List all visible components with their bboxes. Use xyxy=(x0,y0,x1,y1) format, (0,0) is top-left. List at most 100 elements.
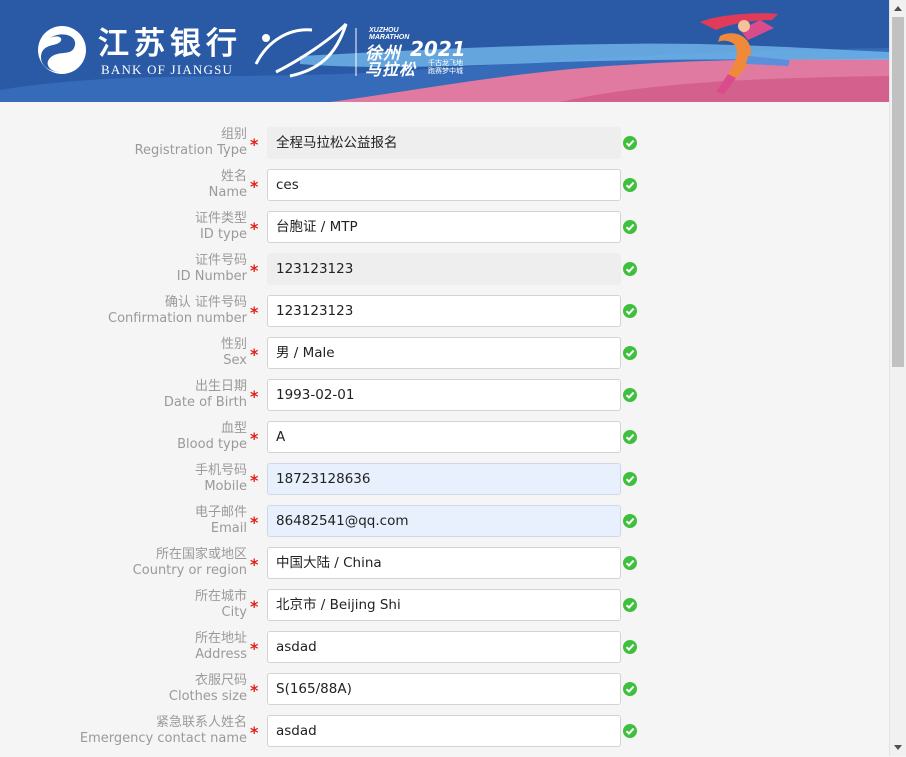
name-input[interactable]: ces xyxy=(267,169,621,201)
form-row-city: 所在城市 City * 北京市 / Beijing Shi xyxy=(0,589,889,631)
form-row-country: 所在国家或地区 Country or region * 中国大陆 / China xyxy=(0,547,889,589)
label-cn: 衣服尺码 xyxy=(194,673,247,688)
label-en: Mobile xyxy=(204,479,247,494)
address-input[interactable]: asdad xyxy=(267,631,621,663)
clothes-size-select[interactable]: S(165/88A) xyxy=(267,673,621,705)
form-row-confirmation-number: 确认 证件号码 Confirmation number * 123123123 xyxy=(0,295,889,337)
check-circle-icon xyxy=(623,136,637,150)
label-cn: 电子邮件 xyxy=(194,505,247,520)
label-cn: 证件号码 xyxy=(194,253,247,268)
form-row-clothes-size: 衣服尺码 Clothes size * S(165/88A) xyxy=(0,673,889,715)
required-mark: * xyxy=(250,135,259,154)
label-cn: 手机号码 xyxy=(194,463,247,478)
runner-emblem-icon xyxy=(254,22,348,78)
required-mark: * xyxy=(250,471,259,490)
form-row-mobile: 手机号码 Mobile * 18723128636 xyxy=(0,463,889,505)
marathon-year: 2021 xyxy=(410,37,466,61)
check-circle-icon xyxy=(623,178,637,192)
label-cn: 血型 xyxy=(220,421,247,436)
check-circle-icon xyxy=(623,430,637,444)
scroll-down-arrow-icon[interactable] xyxy=(894,745,902,750)
marathon-name-cn: 马拉松 xyxy=(365,60,417,79)
label-en: Blood type xyxy=(177,437,247,452)
check-circle-icon xyxy=(623,556,637,570)
form-row-id-number: 证件号码 ID Number * 123123123 xyxy=(0,253,889,295)
check-circle-icon xyxy=(623,598,637,612)
id-type-select[interactable]: 台胞证 / MTP xyxy=(267,211,621,243)
required-mark: * xyxy=(250,303,259,322)
required-mark: * xyxy=(250,681,259,700)
form-row-id-type: 证件类型 ID type * 台胞证 / MTP xyxy=(0,211,889,253)
check-circle-icon xyxy=(623,262,637,276)
form-row-emergency-contact-name: 紧急联系人姓名 Emergency contact name * asdad xyxy=(0,715,889,757)
required-mark: * xyxy=(250,387,259,406)
form-row-address: 所在地址 Address * asdad xyxy=(0,631,889,673)
label-cn: 所在国家或地区 xyxy=(155,547,247,562)
label-en: ID Number xyxy=(176,269,247,284)
check-circle-icon xyxy=(623,220,637,234)
city-select[interactable]: 北京市 / Beijing Shi xyxy=(267,589,621,621)
label-en: ID type xyxy=(199,227,247,242)
required-mark: * xyxy=(250,513,259,532)
required-mark: * xyxy=(250,597,259,616)
scroll-up-arrow-icon[interactable] xyxy=(894,6,902,11)
emergency-contact-name-input[interactable]: asdad xyxy=(267,715,621,747)
bank-name-cn: 江苏银行 xyxy=(98,26,242,62)
label-en: Country or region xyxy=(132,563,247,578)
required-mark: * xyxy=(250,261,259,280)
check-circle-icon xyxy=(623,724,637,738)
form-row-blood-type: 血型 Blood type * A xyxy=(0,421,889,463)
label-cn: 组别 xyxy=(220,127,247,142)
id-number-field: 123123123 xyxy=(267,253,621,285)
check-circle-icon xyxy=(623,388,637,402)
check-circle-icon xyxy=(623,472,637,486)
vertical-scrollbar[interactable] xyxy=(889,0,906,756)
check-circle-icon xyxy=(623,346,637,360)
email-input[interactable]: 86482541@qq.com xyxy=(267,505,621,537)
form-row-registration-type: 组别 Registration Type * 全程马拉松公益报名 xyxy=(0,127,889,169)
country-select[interactable]: 中国大陆 / China xyxy=(267,547,621,579)
marathon-slogan: 千古龙飞地 跑赛梦中城 xyxy=(428,59,463,75)
check-circle-icon xyxy=(623,304,637,318)
label-cn: 出生日期 xyxy=(194,379,247,394)
label-en: Date of Birth xyxy=(163,395,247,410)
bank-logo-icon xyxy=(38,26,86,74)
date-of-birth-input[interactable]: 1993-02-01 xyxy=(267,379,621,411)
label-en: Address xyxy=(195,647,247,662)
label-en: Name xyxy=(208,185,247,200)
form-row-sex: 性别 Sex * 男 / Male xyxy=(0,337,889,379)
label-en: Email xyxy=(210,521,247,536)
sex-select[interactable]: 男 / Male xyxy=(267,337,621,369)
label-en: Confirmation number xyxy=(108,311,247,326)
label-cn: 紧急联系人姓名 xyxy=(155,715,247,730)
form-row-email: 电子邮件 Email * 86482541@qq.com xyxy=(0,505,889,547)
label-cn: 姓名 xyxy=(220,169,247,184)
check-circle-icon xyxy=(623,640,637,654)
label-en: Emergency contact name xyxy=(79,731,247,746)
label-cn: 性别 xyxy=(220,337,247,352)
form-row-date-of-birth: 出生日期 Date of Birth * 1993-02-01 xyxy=(0,379,889,421)
bank-name-en: BANK OF JIANGSU xyxy=(101,62,234,77)
required-mark: * xyxy=(250,429,259,448)
label-en: Sex xyxy=(223,353,247,368)
required-mark: * xyxy=(250,723,259,742)
mobile-input[interactable]: 18723128636 xyxy=(267,463,621,495)
check-circle-icon xyxy=(623,682,637,696)
required-mark: * xyxy=(250,177,259,196)
label-en: Clothes size xyxy=(168,689,247,704)
blood-type-select[interactable]: A xyxy=(267,421,621,453)
required-mark: * xyxy=(250,345,259,364)
required-mark: * xyxy=(250,639,259,658)
required-mark: * xyxy=(250,219,259,238)
confirmation-number-input[interactable]: 123123123 xyxy=(267,295,621,327)
scrollbar-thumb[interactable] xyxy=(892,17,904,367)
header-banner: 江苏银行 BANK OF JIANGSU XUZHOU MARATHON 徐州 … xyxy=(0,0,889,102)
label-cn: 所在城市 xyxy=(194,589,247,604)
label-en: Registration Type xyxy=(134,143,247,158)
form-row-name: 姓名 Name * ces xyxy=(0,169,889,211)
label-cn: 证件类型 xyxy=(194,211,247,226)
label-cn: 确认 证件号码 xyxy=(164,295,247,310)
check-circle-icon xyxy=(623,514,637,528)
registration-type-field: 全程马拉松公益报名 xyxy=(267,127,621,159)
label-en: City xyxy=(221,605,247,620)
